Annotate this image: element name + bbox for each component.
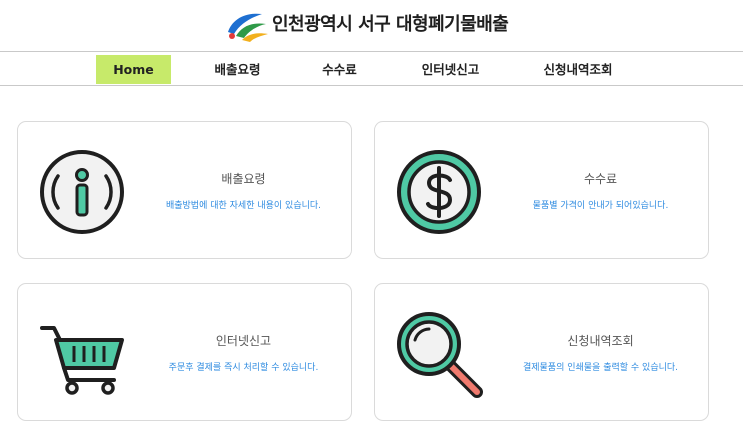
card-description: 배출방법에 대한 자세한 내용이 있습니다. [165,201,322,211]
card-fees[interactable]: 수수료 물품별 가격이 안내가 되어있습니다. [374,121,709,259]
card-description: 주문후 결제를 즉시 처리할 수 있습니다. [168,363,319,373]
magnifier-icon [397,312,483,398]
nav-home[interactable]: Home [96,55,171,84]
site-title[interactable]: 인천광역시 서구 대형폐기물배출 [272,10,509,36]
nav-disposal-guide[interactable]: 배출요령 [200,55,275,84]
header: 인천광역시 서구 대형폐기물배출 [0,0,743,50]
card-title: 신청내역조회 [567,334,634,348]
shopping-cart-icon [40,326,124,395]
main-nav: Home 배출요령 수수료 인터넷신고 신청내역조회 [0,51,743,86]
dollar-coin-icon [397,150,481,234]
card-title: 인터넷신고 [215,334,272,348]
card-title: 수수료 [583,172,618,186]
card-disposal-guide[interactable]: 배출요령 배출방법에 대한 자세한 내용이 있습니다. [17,121,352,259]
card-application-lookup[interactable]: 신청내역조회 결제물품의 인쇄물을 출력할 수 있습니다. [374,283,709,421]
nav-fees[interactable]: 수수료 [302,55,377,84]
nav-online-report[interactable]: 인터넷신고 [408,55,493,84]
card-description: 물품별 가격이 안내가 되어있습니다. [532,201,669,211]
card-description: 결제물품의 인쇄물을 출력할 수 있습니다. [522,363,679,373]
incheon-logo-icon[interactable] [222,6,272,42]
card-title: 배출요령 [221,172,266,186]
nav-application-lookup[interactable]: 신청내역조회 [528,55,628,84]
card-online-report[interactable]: 인터넷신고 주문후 결제를 즉시 처리할 수 있습니다. [17,283,352,421]
info-icon [40,150,124,234]
